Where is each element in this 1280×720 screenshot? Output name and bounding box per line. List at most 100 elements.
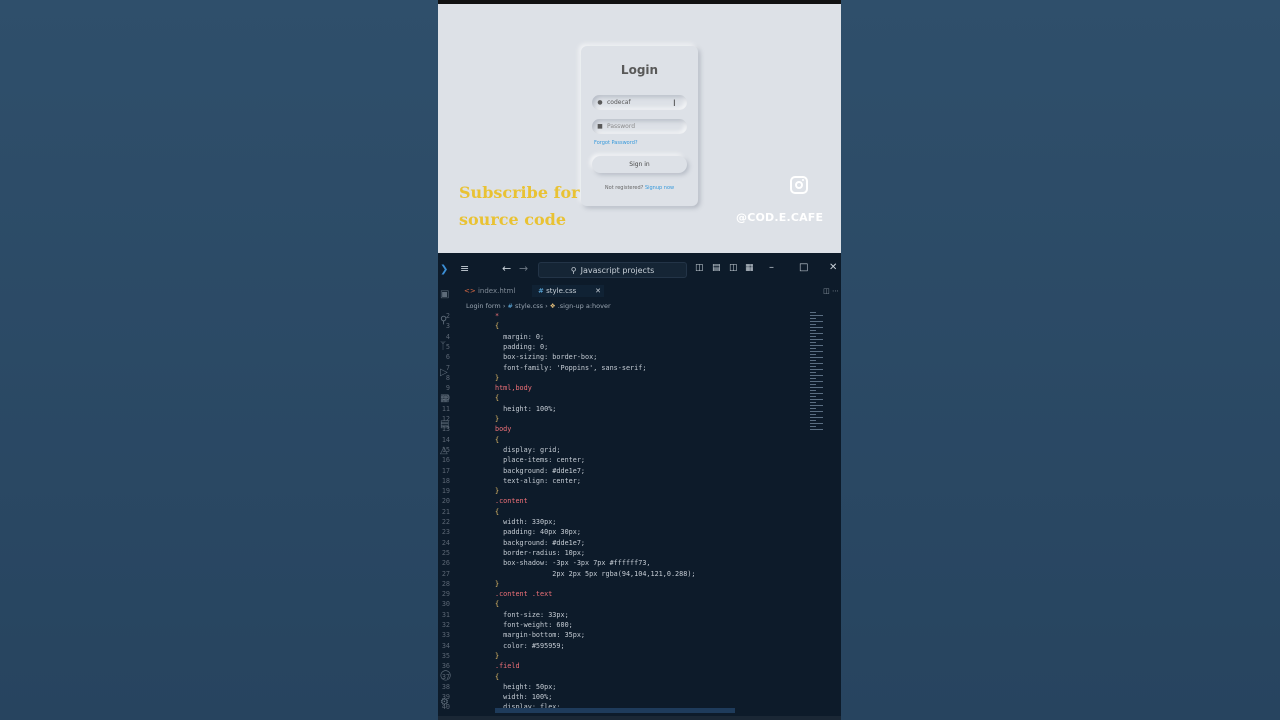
code-text: font-weight: 600; <box>495 621 573 629</box>
code-text: * <box>495 312 500 320</box>
code-line[interactable]: 36 .field <box>438 662 808 672</box>
code-editor[interactable]: 2 * 3{4 margin: 0; 5 padding: 0; 6 box-sizin… <box>438 312 841 712</box>
code-line[interactable]: 12} <box>438 415 808 425</box>
line-number: 3 <box>445 322 450 331</box>
toggle-secondary-sidebar-icon[interactable]: ◫ <box>729 263 738 273</box>
code-line[interactable]: 18 text-align: center; <box>438 477 808 487</box>
password-field[interactable]: ■ Password <box>592 119 687 134</box>
line-number: 23 <box>441 528 450 537</box>
line-number: 13 <box>441 425 450 434</box>
signup-link[interactable]: Signup now <box>645 185 674 191</box>
code-text: background: #dde1e7; <box>495 466 586 475</box>
split-editor-icon[interactable]: ◫ ⋯ <box>823 285 839 297</box>
subscribe-caption: Subscribe for source code <box>459 179 589 233</box>
line-number: 9 <box>445 384 450 393</box>
code-line[interactable]: 13 body <box>438 425 808 435</box>
code-line[interactable]: 30 { <box>438 600 808 610</box>
code-line[interactable]: 23 padding: 40px 30px; <box>438 528 808 538</box>
minimap-line <box>810 360 816 361</box>
code-line[interactable]: 10 { <box>438 394 808 404</box>
maximize-icon[interactable]: □ <box>799 262 808 273</box>
close-tab-icon[interactable]: ✕ <box>595 285 601 297</box>
code-line[interactable]: 28} <box>438 580 808 590</box>
minimap-line <box>810 348 816 349</box>
code-line[interactable]: 20 .content <box>438 497 808 507</box>
code-line[interactable]: 29 .content .text <box>438 590 808 600</box>
code-line[interactable]: 9 html,body <box>438 384 808 394</box>
back-arrow-icon[interactable]: ← <box>502 262 511 275</box>
code-text: { <box>495 435 500 444</box>
line-number: 33 <box>441 631 450 640</box>
password-placeholder: Password <box>607 123 636 130</box>
code-line[interactable]: 16 place-items: center; <box>438 456 808 466</box>
breadcrumb-folder[interactable]: Login form <box>466 302 501 310</box>
minimap-line <box>810 363 823 364</box>
minimap-line <box>810 351 823 352</box>
code-text: } <box>495 373 500 382</box>
code-line[interactable]: 5 padding: 0; <box>438 343 808 353</box>
code-line[interactable]: 31 font-size: 33px; <box>438 611 808 621</box>
code-line[interactable]: 15 display: grid; <box>438 446 808 456</box>
code-line[interactable]: 3{ <box>438 322 808 332</box>
code-line[interactable]: 38 height: 50px; <box>438 683 808 693</box>
command-center-search[interactable]: ⚲ Javascript projects <box>538 262 687 278</box>
horizontal-scrollbar[interactable] <box>495 708 735 713</box>
code-text: display: grid; <box>495 445 561 454</box>
code-text: { <box>495 507 500 516</box>
code-line[interactable]: 22 width: 330px; <box>438 518 808 528</box>
code-text: body <box>495 425 512 434</box>
line-number: 30 <box>441 600 450 609</box>
code-line[interactable]: 19} <box>438 487 808 497</box>
close-window-icon[interactable]: ✕ <box>829 262 837 273</box>
minimap-line <box>810 384 816 385</box>
subscribe-line2: source code <box>459 210 567 229</box>
code-line[interactable]: 2 * <box>438 312 808 322</box>
code-line[interactable]: 33 margin-bottom: 35px; <box>438 631 808 641</box>
code-line[interactable]: 14 { <box>438 436 808 446</box>
breadcrumb-selector[interactable]: .sign-up a:hover <box>558 302 611 310</box>
toggle-panel-icon[interactable]: ▤ <box>712 263 721 273</box>
tab-style-css[interactable]: # style.css ✕ <box>532 285 604 297</box>
code-line[interactable]: 39 width: 100%; <box>438 693 808 703</box>
code-line[interactable]: 4 margin: 0; <box>438 333 808 343</box>
code-line[interactable]: 17 background: #dde1e7; <box>438 467 808 477</box>
minimap-line <box>810 399 823 400</box>
toggle-sidebar-icon[interactable]: ◫ <box>695 263 704 273</box>
code-line[interactable]: 8} <box>438 374 808 384</box>
line-number: 24 <box>441 538 450 547</box>
line-number: 35 <box>441 651 450 660</box>
breadcrumb-file[interactable]: style.css <box>515 302 543 310</box>
minimize-icon[interactable]: – <box>769 262 774 273</box>
line-number: 2 <box>445 312 450 320</box>
tab-index-html[interactable]: <> index.html <box>464 285 515 297</box>
minimap-line <box>810 372 816 373</box>
code-line[interactable]: 7 font-family: 'Poppins', sans-serif; <box>438 364 808 374</box>
minimap[interactable] <box>808 312 838 432</box>
user-icon: ● <box>597 99 603 106</box>
css-file-icon: # <box>507 302 513 310</box>
code-line[interactable]: 6 box-sizing: border-box; <box>438 353 808 363</box>
minimap-line <box>810 411 823 412</box>
code-text: .field <box>495 662 520 671</box>
explorer-icon[interactable]: ▣ <box>440 289 449 300</box>
line-number: 36 <box>441 662 450 671</box>
code-line[interactable]: 34 color: #595959; <box>438 642 808 652</box>
code-text: { <box>495 600 500 609</box>
code-line[interactable]: 11 height: 100%; <box>438 405 808 415</box>
forward-arrow-icon[interactable]: → <box>519 262 528 275</box>
code-line[interactable]: 25 border-radius: 10px; <box>438 549 808 559</box>
vscode-logo-icon: ❯ <box>440 264 449 275</box>
code-line[interactable]: 35} <box>438 652 808 662</box>
code-text: color: #595959; <box>495 641 565 650</box>
signin-button[interactable]: Sign in <box>592 156 687 173</box>
customize-layout-icon[interactable]: ▦ <box>745 263 754 273</box>
code-line[interactable]: 21 { <box>438 508 808 518</box>
code-line[interactable]: 32 font-weight: 600; <box>438 621 808 631</box>
forgot-password-link[interactable]: Forgot Password? <box>594 140 638 146</box>
code-line[interactable]: 27 2px 2px 5px rgba(94,104,121,0.288); <box>438 570 808 580</box>
title-bar: ❯ ≡ ← → ⚲ Javascript projects ◫ ▤ ◫ ▦ – … <box>438 260 841 280</box>
code-line[interactable]: 37 { <box>438 673 808 683</box>
menu-icon[interactable]: ≡ <box>460 262 469 275</box>
code-line[interactable]: 24 background: #dde1e7; <box>438 539 808 549</box>
code-line[interactable]: 26 box-shadow: -3px -3px 7px #ffffff73, <box>438 559 808 569</box>
